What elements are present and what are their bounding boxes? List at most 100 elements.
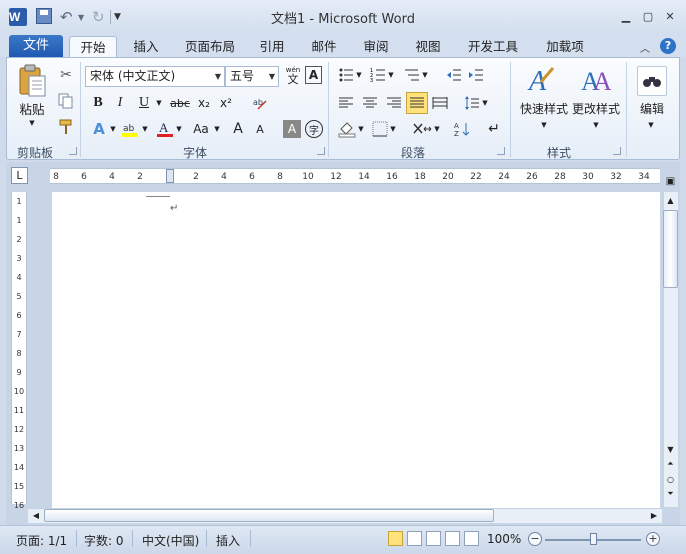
tab-developer[interactable]: 开发工具 bbox=[460, 36, 526, 57]
quick-styles-icon[interactable]: A bbox=[527, 62, 557, 96]
change-styles-dropdown-icon[interactable]: ▼ bbox=[592, 120, 600, 130]
document-page[interactable] bbox=[52, 192, 660, 508]
chinese-layout-dropdown-icon[interactable]: ▼ bbox=[433, 124, 441, 134]
change-styles-button[interactable]: 更改样式 bbox=[569, 100, 623, 116]
outline-view-icon[interactable] bbox=[445, 531, 460, 546]
character-shading-button[interactable]: A bbox=[283, 120, 301, 138]
chevron-down-icon[interactable]: ▼ bbox=[215, 67, 221, 86]
draft-view-icon[interactable] bbox=[464, 531, 479, 546]
decrease-indent-icon[interactable] bbox=[445, 66, 463, 84]
text-effects-icon[interactable]: A bbox=[89, 120, 109, 138]
language-status[interactable]: 中文(中国) bbox=[142, 532, 199, 549]
change-case-dropdown-icon[interactable]: ▼ bbox=[213, 124, 221, 134]
change-case-button[interactable]: Aa bbox=[189, 120, 213, 138]
tab-review[interactable]: 审阅 bbox=[356, 36, 396, 57]
vertical-scroll-thumb[interactable] bbox=[663, 210, 678, 288]
page-count-status[interactable]: 页面: 1/1 bbox=[16, 532, 67, 549]
minimize-ribbon-icon[interactable]: ︿ bbox=[640, 40, 650, 55]
chinese-layout-icon[interactable] bbox=[411, 120, 433, 138]
increase-indent-icon[interactable] bbox=[467, 66, 485, 84]
shrink-font-button[interactable]: A bbox=[251, 120, 269, 138]
font-name-combo[interactable]: 宋体 (中文正文) ▼ bbox=[85, 66, 225, 87]
full-screen-reading-icon[interactable] bbox=[407, 531, 422, 546]
find-binoculars-icon[interactable] bbox=[637, 66, 667, 96]
tab-mailings[interactable]: 邮件 bbox=[304, 36, 344, 57]
scroll-up-icon[interactable]: ▲ bbox=[663, 194, 678, 206]
horizontal-ruler[interactable]: 8 6 4 2 2 4 6 8 10 12 14 16 18 20 22 24 26 28 30 32 34 bbox=[50, 168, 660, 184]
copy-icon[interactable] bbox=[57, 92, 75, 110]
bold-button[interactable]: B bbox=[89, 94, 107, 112]
zoom-out-button[interactable]: − bbox=[528, 532, 542, 546]
editing-dropdown-icon[interactable]: ▼ bbox=[647, 120, 655, 130]
sort-icon[interactable]: AZ bbox=[453, 120, 471, 138]
tab-addins[interactable]: 加载项 bbox=[536, 36, 594, 57]
maximize-button[interactable]: ▢ bbox=[640, 10, 656, 24]
previous-page-icon[interactable]: ⏶ bbox=[663, 458, 678, 470]
minimize-button[interactable]: ▁ bbox=[618, 10, 634, 24]
numbering-dropdown-icon[interactable]: ▼ bbox=[387, 70, 395, 80]
borders-icon[interactable] bbox=[371, 120, 389, 138]
help-icon[interactable]: ? bbox=[660, 38, 676, 54]
tab-view[interactable]: 视图 bbox=[408, 36, 448, 57]
font-color-dropdown-icon[interactable]: ▼ bbox=[175, 124, 183, 134]
font-size-combo[interactable]: 五号 ▼ bbox=[225, 66, 279, 87]
multilevel-list-icon[interactable] bbox=[403, 66, 421, 84]
clipboard-launcher-icon[interactable] bbox=[69, 147, 77, 155]
quick-styles-button[interactable]: 快速样式 bbox=[517, 100, 571, 116]
tab-references[interactable]: 引用 bbox=[252, 36, 292, 57]
phonetic-guide-button[interactable]: wén 文 bbox=[283, 64, 303, 86]
zoom-in-button[interactable]: + bbox=[646, 532, 660, 546]
paste-dropdown-icon[interactable]: ▼ bbox=[27, 118, 37, 128]
horizontal-scroll-thumb[interactable] bbox=[44, 509, 494, 522]
tab-insert[interactable]: 插入 bbox=[124, 36, 168, 57]
scroll-right-icon[interactable]: ▶ bbox=[648, 509, 660, 522]
shading-icon[interactable] bbox=[337, 120, 357, 138]
quick-styles-dropdown-icon[interactable]: ▼ bbox=[540, 120, 548, 130]
paragraph-launcher-icon[interactable] bbox=[497, 147, 505, 155]
tab-page-layout[interactable]: 页面布局 bbox=[178, 36, 242, 57]
shading-dropdown-icon[interactable]: ▼ bbox=[357, 124, 365, 134]
view-ruler-icon[interactable]: ▣ bbox=[663, 174, 678, 189]
insert-mode-status[interactable]: 插入 bbox=[216, 532, 240, 549]
underline-dropdown-icon[interactable]: ▼ bbox=[155, 98, 163, 108]
distributed-icon[interactable] bbox=[431, 94, 449, 112]
word-count-status[interactable]: 字数: 0 bbox=[84, 532, 124, 549]
format-painter-icon[interactable] bbox=[57, 118, 75, 136]
line-spacing-dropdown-icon[interactable]: ▼ bbox=[481, 98, 489, 108]
tab-file[interactable]: 文件 bbox=[9, 35, 63, 57]
scroll-down-icon[interactable]: ▼ bbox=[663, 443, 678, 455]
zoom-level[interactable]: 100% bbox=[487, 532, 521, 546]
paste-button[interactable]: 粘贴 bbox=[15, 100, 49, 117]
indent-marker[interactable] bbox=[166, 169, 174, 183]
bullets-dropdown-icon[interactable]: ▼ bbox=[355, 70, 363, 80]
line-spacing-icon[interactable] bbox=[463, 94, 481, 112]
borders-dropdown-icon[interactable]: ▼ bbox=[389, 124, 397, 134]
web-layout-icon[interactable] bbox=[426, 531, 441, 546]
underline-button[interactable]: U bbox=[135, 94, 153, 112]
paste-icon[interactable] bbox=[15, 64, 49, 98]
next-page-icon[interactable]: ⏷ bbox=[663, 488, 678, 500]
character-border-button[interactable]: A bbox=[305, 66, 322, 84]
strikethrough-button[interactable]: abc bbox=[169, 94, 191, 112]
subscript-button[interactable]: x₂ bbox=[195, 94, 213, 112]
align-right-icon[interactable] bbox=[385, 94, 403, 112]
multilevel-dropdown-icon[interactable]: ▼ bbox=[421, 70, 429, 80]
vertical-ruler[interactable]: 1 1 2 3 4 5 6 7 8 9 10 11 12 13 14 15 16 bbox=[11, 192, 27, 510]
highlight-color-icon[interactable]: ab bbox=[119, 120, 141, 138]
cut-icon[interactable]: ✂ bbox=[57, 66, 75, 84]
superscript-button[interactable]: x² bbox=[217, 94, 235, 112]
browse-object-icon[interactable]: ○ bbox=[663, 473, 678, 485]
styles-launcher-icon[interactable] bbox=[613, 147, 621, 155]
tab-home[interactable]: 开始 bbox=[69, 36, 117, 57]
bullets-icon[interactable] bbox=[337, 66, 355, 84]
print-layout-view-icon[interactable] bbox=[388, 531, 403, 546]
chevron-down-icon[interactable]: ▼ bbox=[269, 67, 275, 86]
numbering-icon[interactable]: 123 bbox=[369, 66, 387, 84]
italic-button[interactable]: I bbox=[111, 94, 129, 112]
show-formatting-marks-icon[interactable]: ↵ bbox=[485, 120, 503, 138]
scroll-left-icon[interactable]: ◀ bbox=[30, 509, 42, 522]
grow-font-button[interactable]: A bbox=[229, 120, 247, 138]
change-styles-icon[interactable]: AA bbox=[581, 62, 611, 96]
close-button[interactable]: ✕ bbox=[662, 10, 678, 24]
align-left-icon[interactable] bbox=[337, 94, 355, 112]
